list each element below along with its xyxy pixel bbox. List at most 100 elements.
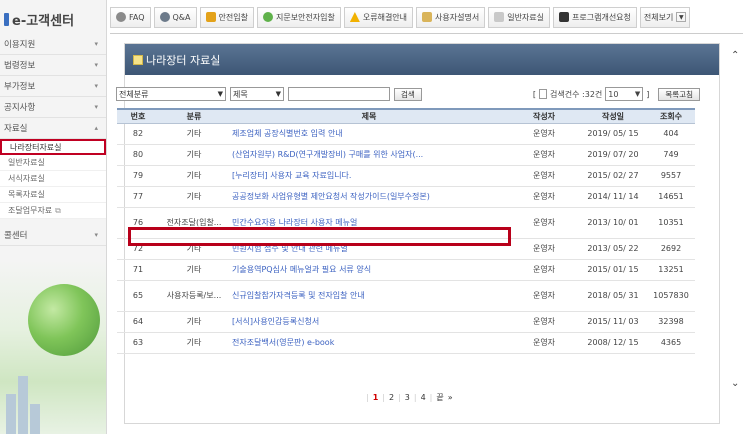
cell-category: 기타 xyxy=(159,238,229,260)
table-row[interactable]: 76 전자조달(입찰... 민간수요자용 나라장터 사용자 메뉴얼 운영자 20… xyxy=(117,207,695,239)
table-row[interactable]: 77 기타 공공정보화 사업유형별 제안요청서 작성가이드(일부수정본) 운영자… xyxy=(117,186,695,208)
panel-header: 나라장터 자료실 xyxy=(125,44,719,75)
cell-title-link[interactable]: [누리장터] 사용자 교육 자료입니다. xyxy=(229,165,509,187)
sub-item-label: 서식자료실 xyxy=(8,174,45,183)
tab-improvement-request[interactable]: 프로그램개선요청 xyxy=(553,6,637,28)
cell-category: 기타 xyxy=(159,165,229,187)
left-sidebar: e-고객센터 이용지원 ▾ 법령정보 ▾ 부가정보 ▾ 공지사항 ▾ 자료실 ▴ 나라장터… xyxy=(0,0,107,434)
cell-views: 404 xyxy=(647,123,695,145)
page-link[interactable]: 3 xyxy=(405,393,410,402)
sub-item-label: 목록자료실 xyxy=(8,190,45,199)
chevron-down-icon: ▾ xyxy=(94,231,98,239)
sidebar-item-notice[interactable]: 공지사항 ▾ xyxy=(0,97,106,118)
tab-label: 지문보안전자입찰 xyxy=(275,12,335,22)
tab-safe-bid[interactable]: 안전입찰 xyxy=(199,6,254,28)
cell-author: 운영자 xyxy=(509,186,579,208)
field-select[interactable]: 제목 ▼ xyxy=(230,87,284,101)
tab-qna[interactable]: Q&A xyxy=(153,6,197,28)
cell-no: 72 xyxy=(117,238,159,260)
last-page-link[interactable]: 끝 xyxy=(436,392,443,403)
tab-general-library[interactable]: 일반자료실 xyxy=(488,6,551,28)
cell-title-link[interactable]: [서식]사용인감등록신청서 xyxy=(229,311,509,333)
sidebar-item-extra[interactable]: 부가정보 ▾ xyxy=(0,76,106,97)
cell-title-link[interactable]: 민간수요자용 나라장터 사용자 메뉴얼 xyxy=(229,207,509,239)
tab-label: 오류해결안내 xyxy=(362,12,408,22)
result-count-text: 검색건수 :32건 xyxy=(550,89,603,99)
tab-error-guide[interactable]: 오류해결안내 xyxy=(343,6,414,28)
tab-label: 안전입찰 xyxy=(218,12,248,22)
cell-date: 2018/ 05/ 31 xyxy=(579,280,647,312)
search-button-label: 검색 xyxy=(401,89,415,99)
cell-title-link[interactable]: 제조업체 공장식별번호 입력 안내 xyxy=(229,123,509,145)
table-row[interactable]: 63 기타 전자조달백서(영문판) e-book 운영자 2008/ 12/ 1… xyxy=(117,332,695,354)
sidebar-item-support[interactable]: 이용지원 ▾ xyxy=(0,34,106,55)
top-quick-tabs: FAQ Q&A 안전입찰 지문보안전자입찰 오류해결안내 사용자설명서 일반자료… xyxy=(110,6,733,28)
page-link-current[interactable]: 1 xyxy=(373,393,379,402)
search-input[interactable] xyxy=(288,87,390,101)
document-icon xyxy=(539,89,548,99)
cell-date: 2015/ 01/ 15 xyxy=(579,259,647,281)
fingerprint-icon xyxy=(262,12,273,22)
cell-title-link[interactable]: 민원시험 접수 및 안내 관련 메뉴얼 xyxy=(229,238,509,260)
sidebar-item-label: 콜센터 xyxy=(4,231,28,241)
category-select[interactable]: 전체분류 ▼ xyxy=(116,87,226,101)
table-row[interactable]: 71 기타 기술용역PQ심사 메뉴얼과 필요 서류 양식 운영자 2015/ 0… xyxy=(117,259,695,281)
sidebar-item-law[interactable]: 법령정보 ▾ xyxy=(0,55,106,76)
sidebar-item-callcenter[interactable]: 콜센터 ▾ xyxy=(0,225,106,246)
tab-faq[interactable]: FAQ xyxy=(110,6,151,28)
chevron-down-icon: ▾ xyxy=(94,61,98,69)
search-button[interactable]: 검색 xyxy=(394,87,422,101)
next-arrow-icon[interactable]: » xyxy=(448,393,453,402)
pager-divider: | xyxy=(366,393,369,402)
col-header-views: 조회수 xyxy=(647,108,695,124)
pager-divider: | xyxy=(382,393,385,402)
cell-title-link[interactable]: 신규입찰참가자격등록 및 전자입찰 안내 xyxy=(229,280,509,312)
refresh-list-button[interactable]: 목록고침 xyxy=(658,87,700,101)
cell-date: 2019/ 07/ 20 xyxy=(579,144,647,166)
cell-date: 2015/ 11/ 03 xyxy=(579,311,647,333)
brand-logo[interactable]: e-고객센터 xyxy=(0,0,106,34)
panel-title: 나라장터 자료실 xyxy=(146,53,221,67)
page-link[interactable]: 2 xyxy=(389,393,394,402)
sidebar-sub-procurement[interactable]: 조달업무자료 ⧉ xyxy=(0,203,106,219)
sidebar-sub-nara-library[interactable]: 나라장터자료실 xyxy=(0,139,106,155)
cell-views: 4365 xyxy=(647,332,695,354)
tab-view-all[interactable]: 전체보기 ▼ xyxy=(639,6,691,28)
cell-category: 전자조달(입찰... xyxy=(159,207,229,239)
tab-label: Q&A xyxy=(172,12,191,22)
sidebar-item-label: 이용지원 xyxy=(4,40,36,50)
chevron-down-icon: ▾ xyxy=(94,103,98,111)
scroll-up-icon[interactable]: ⌃ xyxy=(731,50,739,61)
refresh-list-label: 목록고침 xyxy=(665,89,693,99)
table-row[interactable]: 82 기타 제조업체 공장식별번호 입력 안내 운영자 2019/ 05/ 15… xyxy=(117,123,695,145)
cell-views: 32398 xyxy=(647,311,695,333)
table-row[interactable]: 72 기타 민원시험 접수 및 안내 관련 메뉴얼 운영자 2013/ 05/ … xyxy=(117,238,695,260)
sidebar-item-label: 법령정보 xyxy=(4,61,36,71)
brand-title: e-고객센터 xyxy=(12,13,75,29)
page-size-select[interactable]: 10 ▼ xyxy=(605,87,644,101)
tab-user-manual[interactable]: 사용자설명서 xyxy=(416,6,486,28)
chevron-up-icon: ▴ xyxy=(94,124,98,132)
sidebar-sub-general-library[interactable]: 일반자료실 xyxy=(0,155,106,171)
cell-title-link[interactable]: (산업자원부) R&D(연구개발장비) 구매를 위한 사업자(... xyxy=(229,144,509,166)
vertical-scrollbar[interactable]: ⌃ ⌄ xyxy=(729,34,743,434)
scroll-down-icon[interactable]: ⌄ xyxy=(731,378,739,389)
cell-title-link[interactable]: 공공정보화 사업유형별 제안요청서 작성가이드(일부수정본) xyxy=(229,186,509,208)
cell-views: 14651 xyxy=(647,186,695,208)
tab-fingerprint-bid[interactable]: 지문보안전자입찰 xyxy=(256,6,341,28)
cell-title-link[interactable]: 전자조달백서(영문판) e-book xyxy=(229,332,509,354)
folder-icon xyxy=(494,12,505,22)
table-row[interactable]: 80 기타 (산업자원부) R&D(연구개발장비) 구매를 위한 사업자(...… xyxy=(117,144,695,166)
sidebar-sub-list-library[interactable]: 목록자료실 xyxy=(0,187,106,203)
table-row[interactable]: 64 기타 [서식]사용인감등록신청서 운영자 2015/ 11/ 03 323… xyxy=(117,311,695,333)
cell-no: 76 xyxy=(117,207,159,239)
sidebar-item-library[interactable]: 자료실 ▴ xyxy=(0,118,106,139)
page-link[interactable]: 4 xyxy=(421,393,426,402)
bracket-open: [ xyxy=(532,89,537,99)
globe-icon xyxy=(28,284,100,356)
cell-title-link[interactable]: 기술용역PQ심사 메뉴얼과 필요 서류 양식 xyxy=(229,259,509,281)
cell-views: 749 xyxy=(647,144,695,166)
table-row[interactable]: 65 사용자등록/보... 신규입찰참가자격등록 및 전자입찰 안내 운영자 2… xyxy=(117,280,695,312)
sidebar-sub-form-library[interactable]: 서식자료실 xyxy=(0,171,106,187)
table-row[interactable]: 79 기타 [누리장터] 사용자 교육 자료입니다. 운영자 2015/ 02/… xyxy=(117,165,695,187)
